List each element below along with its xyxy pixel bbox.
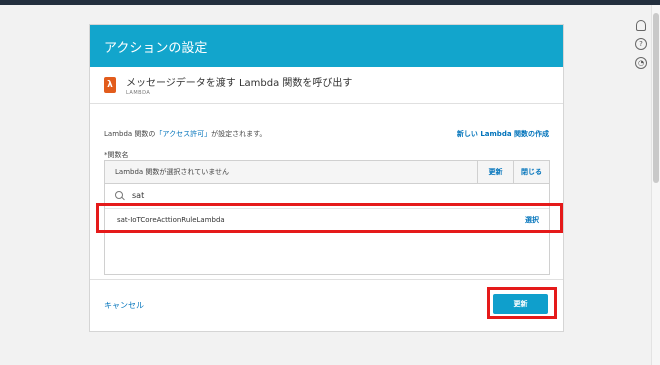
settings-icon[interactable]: ◔ <box>635 57 647 69</box>
create-lambda-link[interactable]: 新しい Lambda 関数の作成 <box>457 129 549 139</box>
selected-action: λ メッセージデータを渡す Lambda 関数を呼び出す LAMBDA <box>90 67 563 104</box>
highlight-box-result <box>96 203 563 233</box>
cancel-button[interactable]: キャンセル <box>104 300 144 311</box>
search-icon <box>115 191 123 199</box>
dialog-title: アクションの設定 <box>90 25 563 67</box>
access-permission-link[interactable]: 「アクセス許可」 <box>155 130 211 138</box>
search-input[interactable] <box>132 190 332 200</box>
lambda-icon: λ <box>104 77 116 93</box>
highlight-box-update <box>487 287 557 319</box>
bell-icon[interactable] <box>636 20 646 31</box>
action-subtitle: LAMBDA <box>126 90 151 96</box>
scroll-thumb[interactable] <box>653 13 659 183</box>
action-config-dialog: アクションの設定 λ メッセージデータを渡す Lambda 関数を呼び出す LA… <box>89 24 564 332</box>
function-name-label: *関数名 <box>104 151 129 159</box>
refresh-button[interactable]: 更新 <box>477 161 513 183</box>
close-button[interactable]: 閉じる <box>513 161 549 183</box>
permission-info: Lambda 関数の「アクセス許可」が設定されます。 新しい Lambda 関数… <box>104 129 549 139</box>
info-suffix: が設定されます。 <box>211 130 267 138</box>
side-toolbar: ? ◔ <box>635 20 651 76</box>
action-title: メッセージデータを渡す Lambda 関数を呼び出す <box>126 78 353 89</box>
info-prefix: Lambda 関数の <box>104 130 156 138</box>
page-scrollbar[interactable] <box>651 5 660 365</box>
help-icon[interactable]: ? <box>635 38 647 50</box>
top-bar <box>0 0 660 5</box>
selector-header: Lambda 関数が選択されていません 更新 閉じる <box>105 160 549 184</box>
selection-status: Lambda 関数が選択されていません <box>115 168 229 176</box>
